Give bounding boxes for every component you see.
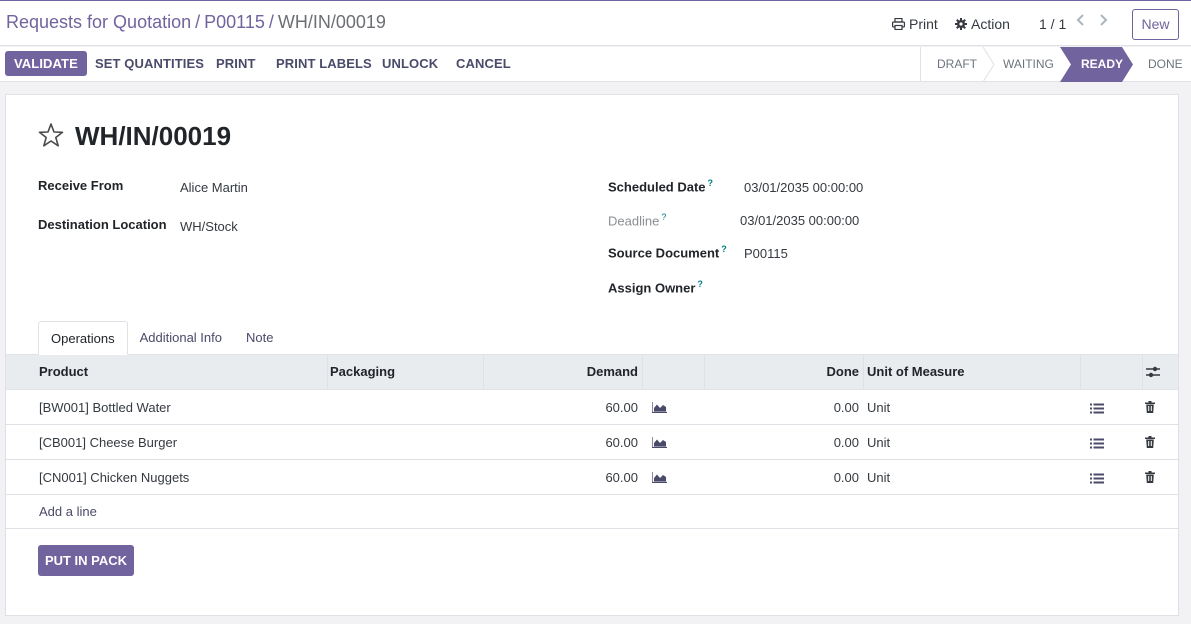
assign-owner-label: Assign Owner? bbox=[608, 279, 703, 295]
notebook-tabs: Operations Additional Info Note bbox=[38, 321, 285, 355]
uom-cell[interactable]: Unit bbox=[867, 425, 890, 460]
put-in-pack-button[interactable]: PUT IN PACK bbox=[38, 545, 134, 576]
printer-icon bbox=[892, 18, 905, 30]
column-divider bbox=[1080, 355, 1081, 389]
column-header-unit-of-measure[interactable]: Unit of Measure bbox=[867, 355, 965, 389]
table-row[interactable]: [BW001] Bottled Water 60.00 0.00 Unit bbox=[6, 390, 1178, 425]
breadcrumb: Requests for Quotation / P00115/WH/IN/0001… bbox=[6, 12, 386, 33]
product-cell[interactable]: [CN001] Chicken Nuggets bbox=[39, 460, 189, 495]
breadcrumb-separator: / bbox=[268, 12, 274, 32]
destination-location-field[interactable]: WH/Stock bbox=[180, 219, 238, 234]
star-icon[interactable] bbox=[38, 122, 64, 148]
source-document-label: Source Document? bbox=[608, 244, 727, 260]
column-divider bbox=[704, 355, 705, 389]
set-quantities-button[interactable]: SET QUANTITIES bbox=[95, 51, 204, 76]
action-menu-button[interactable]: Action bbox=[955, 16, 1010, 32]
trash-icon[interactable] bbox=[1145, 401, 1155, 413]
column-header-product[interactable]: Product bbox=[39, 355, 88, 389]
optional-columns-icon[interactable] bbox=[1146, 366, 1160, 378]
help-icon[interactable]: ? bbox=[697, 279, 703, 289]
chevron-right-icon[interactable] bbox=[1098, 13, 1108, 27]
column-divider bbox=[642, 355, 643, 389]
column-divider bbox=[1142, 355, 1143, 389]
stage-ready[interactable]: READY bbox=[1081, 47, 1123, 82]
detailed-operations-icon[interactable] bbox=[1090, 438, 1104, 449]
breadcrumb-current: WH/IN/00019 bbox=[277, 12, 386, 32]
destination-location-label: Destination Location bbox=[38, 217, 167, 232]
receive-from-field[interactable]: Alice Martin bbox=[180, 180, 248, 195]
unlock-button[interactable]: UNLOCK bbox=[382, 51, 438, 76]
tab-operations[interactable]: Operations bbox=[38, 321, 128, 355]
uom-cell[interactable]: Unit bbox=[867, 460, 890, 495]
deadline-label: Deadline? bbox=[608, 212, 666, 228]
product-cell[interactable]: [CB001] Cheese Burger bbox=[39, 425, 177, 460]
column-header-done[interactable]: Done bbox=[786, 355, 860, 389]
source-document-field[interactable]: P00115 bbox=[744, 246, 788, 261]
detailed-operations-icon[interactable] bbox=[1090, 403, 1104, 414]
source-document-label-text: Source Document bbox=[608, 245, 720, 261]
demand-cell[interactable]: 60.00 bbox=[566, 390, 638, 425]
done-cell[interactable]: 0.00 bbox=[786, 390, 859, 425]
stage-done[interactable]: DONE bbox=[1148, 47, 1183, 82]
pager-value[interactable]: 1 / 1 bbox=[1039, 16, 1066, 32]
gear-icon bbox=[955, 18, 967, 30]
trash-icon[interactable] bbox=[1145, 436, 1155, 448]
uom-cell[interactable]: Unit bbox=[867, 390, 890, 425]
column-header-packaging[interactable]: Packaging bbox=[330, 355, 395, 389]
table-row[interactable]: [CB001] Cheese Burger 60.00 0.00 Unit bbox=[6, 425, 1178, 460]
tab-note[interactable]: Note bbox=[234, 321, 285, 355]
control-panel: Requests for Quotation / P00115/WH/IN/0001… bbox=[0, 1, 1191, 46]
column-divider bbox=[863, 355, 864, 389]
done-cell[interactable]: 0.00 bbox=[786, 425, 859, 460]
forecast-chart-icon[interactable] bbox=[652, 402, 667, 414]
scheduled-date-label: Scheduled Date? bbox=[608, 178, 713, 194]
column-divider bbox=[327, 355, 328, 389]
stage-draft[interactable]: DRAFT bbox=[937, 47, 977, 82]
print-button[interactable]: PRINT bbox=[216, 51, 256, 76]
column-divider bbox=[483, 355, 484, 389]
statusbar: VALIDATE SET QUANTITIES PRINT PRINT LABE… bbox=[0, 47, 1191, 82]
breadcrumb-root[interactable]: Requests for Quotation bbox=[6, 12, 191, 32]
record-title: WH/IN/00019 bbox=[75, 121, 232, 151]
demand-cell[interactable]: 60.00 bbox=[566, 460, 638, 495]
deadline-label-text: Deadline bbox=[608, 213, 660, 229]
assign-owner-label-text: Assign Owner bbox=[608, 280, 696, 296]
detailed-operations-icon[interactable] bbox=[1090, 473, 1104, 484]
print-labels-button[interactable]: PRINT LABELS bbox=[276, 51, 372, 76]
print-menu-button[interactable]: Print bbox=[892, 16, 938, 32]
trash-icon[interactable] bbox=[1145, 471, 1155, 483]
tab-additional-info[interactable]: Additional Info bbox=[128, 321, 234, 355]
forecast-chart-icon[interactable] bbox=[652, 472, 667, 484]
chevron-left-icon[interactable] bbox=[1076, 13, 1086, 27]
add-line-row: Add a line bbox=[6, 495, 1178, 529]
new-button[interactable]: New bbox=[1132, 9, 1179, 40]
scheduled-date-label-text: Scheduled Date bbox=[608, 179, 706, 195]
operations-table: Product Packaging Demand Done Unit of Me… bbox=[6, 354, 1178, 529]
table-row[interactable]: [CN001] Chicken Nuggets 60.00 0.00 Unit bbox=[6, 460, 1178, 495]
action-menu-label: Action bbox=[971, 16, 1010, 32]
done-cell[interactable]: 0.00 bbox=[786, 460, 859, 495]
form-sheet: WH/IN/00019 Receive From Alice Martin De… bbox=[5, 94, 1179, 616]
add-a-line-link[interactable]: Add a line bbox=[39, 495, 97, 529]
breadcrumb-separator: / bbox=[195, 12, 201, 32]
help-icon[interactable]: ? bbox=[708, 178, 714, 188]
product-cell[interactable]: [BW001] Bottled Water bbox=[39, 390, 171, 425]
demand-cell[interactable]: 60.00 bbox=[566, 425, 638, 460]
validate-button[interactable]: VALIDATE bbox=[5, 51, 87, 76]
scheduled-date-field[interactable]: 03/01/2035 00:00:00 bbox=[744, 180, 863, 195]
cancel-button[interactable]: CANCEL bbox=[456, 51, 511, 76]
breadcrumb-parent[interactable]: P00115 bbox=[204, 12, 265, 32]
deadline-field: 03/01/2035 00:00:00 bbox=[740, 213, 860, 228]
receive-from-label: Receive From bbox=[38, 178, 124, 193]
forecast-chart-icon[interactable] bbox=[652, 437, 667, 449]
table-header: Product Packaging Demand Done Unit of Me… bbox=[6, 354, 1178, 390]
help-icon[interactable]: ? bbox=[721, 244, 727, 254]
help-icon[interactable]: ? bbox=[661, 212, 666, 222]
stage-waiting[interactable]: WAITING bbox=[1003, 47, 1054, 82]
print-menu-label: Print bbox=[909, 16, 938, 32]
column-header-demand[interactable]: Demand bbox=[566, 355, 638, 389]
